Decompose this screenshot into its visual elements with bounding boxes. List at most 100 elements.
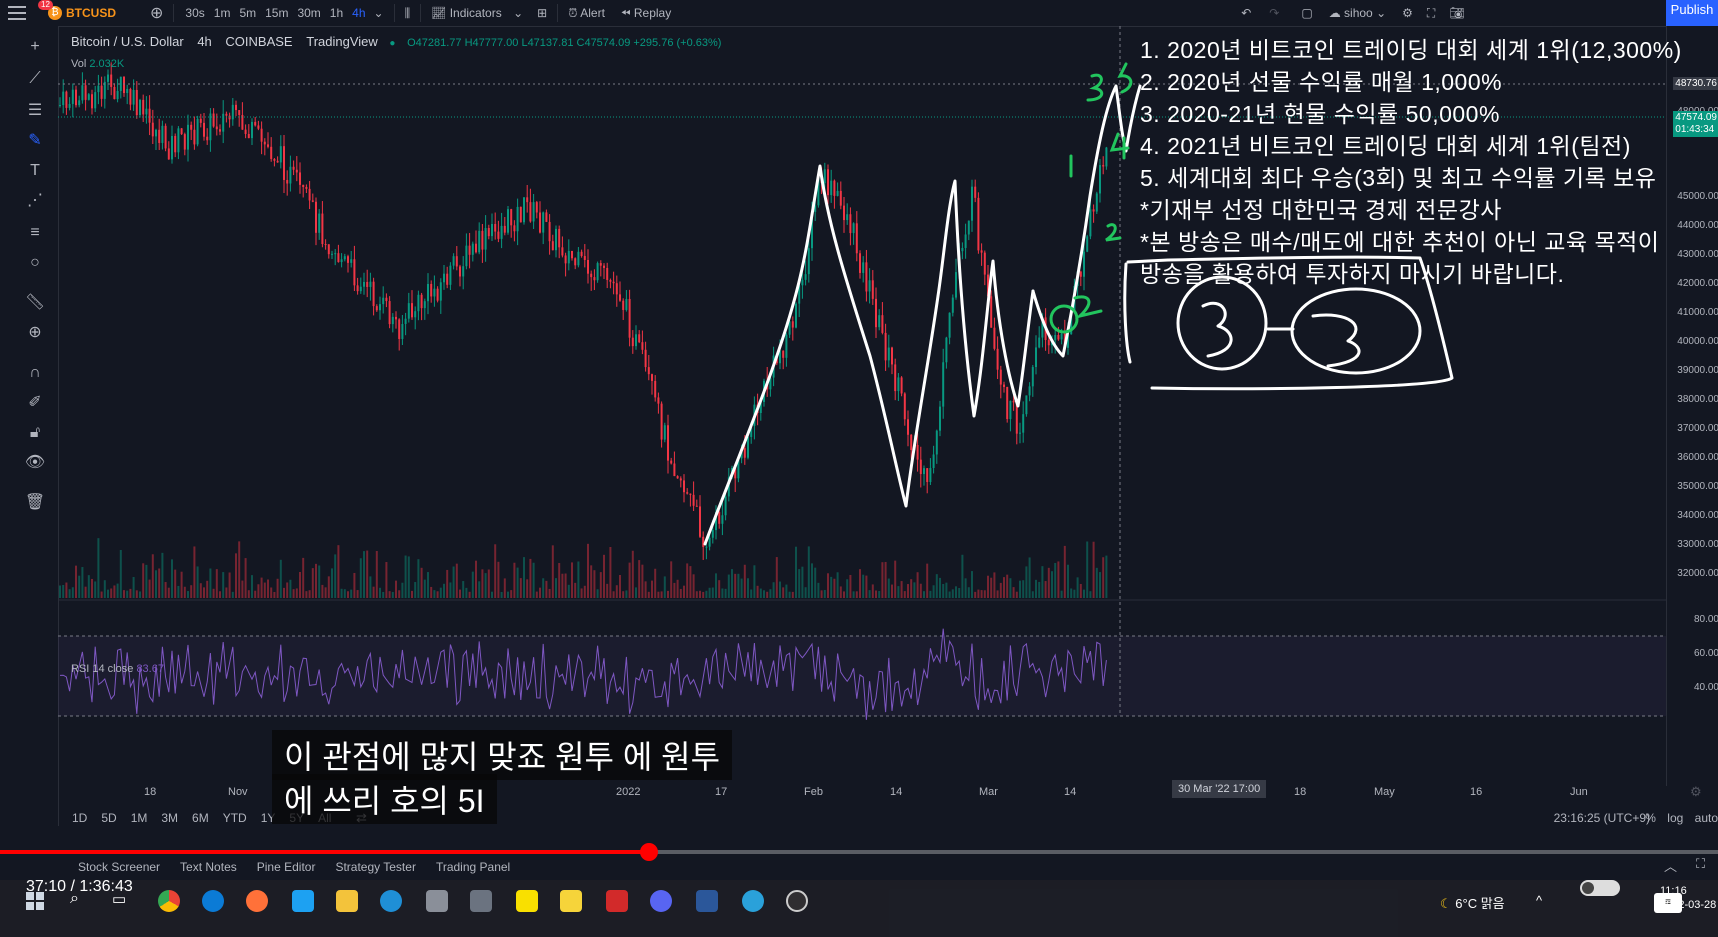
timezone-clock[interactable]: 23:16:25 (UTC+9): [1554, 811, 1650, 825]
timeframe-5m[interactable]: 5m: [239, 6, 256, 20]
candle-body: [875, 298, 877, 328]
candle-body: [148, 108, 151, 123]
fullscreen-icon[interactable]: ▢: [1301, 6, 1312, 20]
chevron-up-icon[interactable]: ︿: [1664, 856, 1677, 875]
auto-toggle[interactable]: auto: [1695, 811, 1718, 825]
candle-body: [94, 92, 97, 109]
volume-bar: [916, 572, 919, 598]
range-ytd[interactable]: YTD: [223, 811, 247, 825]
candle-body: [212, 113, 215, 127]
firefox-icon[interactable]: [246, 890, 268, 912]
crosshair-icon[interactable]: +: [22, 36, 48, 58]
timeframe-30s[interactable]: 30s: [185, 6, 204, 20]
trading-app-icon[interactable]: [606, 890, 628, 912]
cloud-icon: ☁︎: [1328, 6, 1341, 20]
candle-body: [135, 89, 138, 116]
publish-button[interactable]: Publish: [1666, 0, 1718, 26]
obs-icon[interactable]: [786, 890, 808, 912]
panel-tab-text-notes[interactable]: Text Notes: [180, 860, 237, 874]
timeframe-30m[interactable]: 30m: [297, 6, 320, 20]
panel-tab-trading-panel[interactable]: Trading Panel: [436, 860, 510, 874]
eye-icon[interactable]: 👁︎: [22, 452, 48, 474]
expand-panel-icon[interactable]: ⛶: [1696, 856, 1705, 872]
gear-icon[interactable]: ⚙︎: [1402, 6, 1413, 20]
candle-body: [673, 463, 676, 477]
candle-body: [395, 316, 397, 320]
replay-button[interactable]: ⏪︎ Replay: [621, 6, 671, 21]
chevron-down-icon[interactable]: ⌄: [374, 6, 384, 20]
weather-text: 6°C 맑음: [1455, 896, 1505, 911]
camera-icon[interactable]: 📷︎: [1449, 6, 1464, 20]
text-icon[interactable]: T: [22, 160, 48, 182]
panel-tab-stock-screener[interactable]: Stock Screener: [78, 860, 160, 874]
timeframe-1m[interactable]: 1m: [214, 6, 231, 20]
volume-bar: [561, 573, 564, 598]
weather[interactable]: ☾ 6°C 맑음: [1440, 893, 1505, 912]
symbol-search[interactable]: ₿ BTCUSD: [48, 6, 116, 21]
candle-body: [695, 505, 698, 507]
timeframe-1h[interactable]: 1h: [330, 6, 343, 20]
kakaotalk-icon[interactable]: [516, 890, 538, 912]
menu-icon[interactable]: [8, 6, 26, 20]
brush-icon[interactable]: ✎: [22, 130, 48, 152]
candle-body: [855, 223, 858, 254]
chart-type-icon[interactable]: ⫼: [405, 6, 411, 21]
taskbar-clock[interactable]: 11:16 2022-03-28: [1660, 884, 1716, 912]
trash-icon[interactable]: 🗑︎: [22, 492, 48, 514]
ruler-icon[interactable]: 📏︎: [22, 292, 48, 314]
volume-bar: [1095, 567, 1098, 598]
range-1d[interactable]: 1D: [72, 811, 87, 825]
range-5d[interactable]: 5D: [101, 811, 116, 825]
alert-button[interactable]: ⏰︎ Alert: [568, 6, 605, 21]
sticky-notes-icon[interactable]: [560, 890, 582, 912]
undo-icon[interactable]: ↶: [1241, 6, 1251, 20]
folder-icon[interactable]: [336, 890, 358, 912]
trendline-icon[interactable]: ⟋: [22, 68, 48, 90]
lock-icon[interactable]: 🔓︎: [22, 422, 48, 444]
indicators-button[interactable]: 📈︎ Indicators ⌄: [431, 6, 523, 20]
volume-bar: [775, 557, 778, 598]
edge-icon[interactable]: [202, 890, 224, 912]
fib-icon[interactable]: ☰: [22, 100, 48, 122]
tray-chevron-icon[interactable]: ^: [1536, 893, 1542, 908]
range-3m[interactable]: 3M: [161, 811, 178, 825]
volume-bar: [270, 587, 273, 598]
pattern-icon[interactable]: ⋰: [22, 190, 48, 212]
magnet-icon[interactable]: ∩: [22, 362, 48, 384]
volume-bar: [654, 568, 657, 598]
volume-bar: [350, 589, 353, 598]
volume-bar: [308, 590, 311, 598]
calculator-icon[interactable]: [470, 890, 492, 912]
redo-icon[interactable]: ↷: [1269, 6, 1279, 20]
axis-settings-icon[interactable]: ⚙︎: [1690, 784, 1702, 800]
panel-tab-pine-editor[interactable]: Pine Editor: [257, 860, 316, 874]
layout-icon[interactable]: ⊞: [537, 6, 547, 20]
timeframe-4h[interactable]: 4h: [352, 6, 365, 20]
range-1m[interactable]: 1M: [131, 811, 148, 825]
range-6m[interactable]: 6M: [192, 811, 209, 825]
user-menu[interactable]: ☁︎ sihoo ⌄: [1329, 6, 1386, 20]
discord-icon[interactable]: [650, 890, 672, 912]
panel-tab-strategy-tester[interactable]: Strategy Tester: [335, 860, 415, 874]
volume-bar: [903, 591, 906, 598]
log-toggle[interactable]: log: [1667, 811, 1683, 825]
prediction-icon[interactable]: ≡: [22, 222, 48, 244]
maximize-icon[interactable]: ⛶: [1427, 6, 1435, 21]
shape-icon[interactable]: ○: [22, 252, 48, 274]
chrome-icon[interactable]: [158, 890, 180, 912]
telegram-icon[interactable]: [742, 890, 764, 912]
video-pause-toggle[interactable]: [1580, 880, 1620, 899]
volume-bar: [359, 558, 362, 598]
settings-app-icon[interactable]: [426, 890, 448, 912]
timeframe-15m[interactable]: 15m: [265, 6, 288, 20]
lock-drawing-icon[interactable]: ✐: [22, 392, 48, 414]
percent-toggle[interactable]: %: [1645, 811, 1656, 825]
internet-explorer-icon[interactable]: [380, 890, 402, 912]
chevron-down-icon: ⌄: [513, 6, 524, 20]
volume-bar: [1076, 577, 1079, 598]
volume-bar: [366, 550, 369, 598]
zoom-icon[interactable]: ⊕: [22, 322, 48, 344]
word-icon[interactable]: [696, 890, 718, 912]
bird-app-icon[interactable]: [292, 890, 314, 912]
add-symbol-icon[interactable]: ⊕: [150, 3, 163, 23]
